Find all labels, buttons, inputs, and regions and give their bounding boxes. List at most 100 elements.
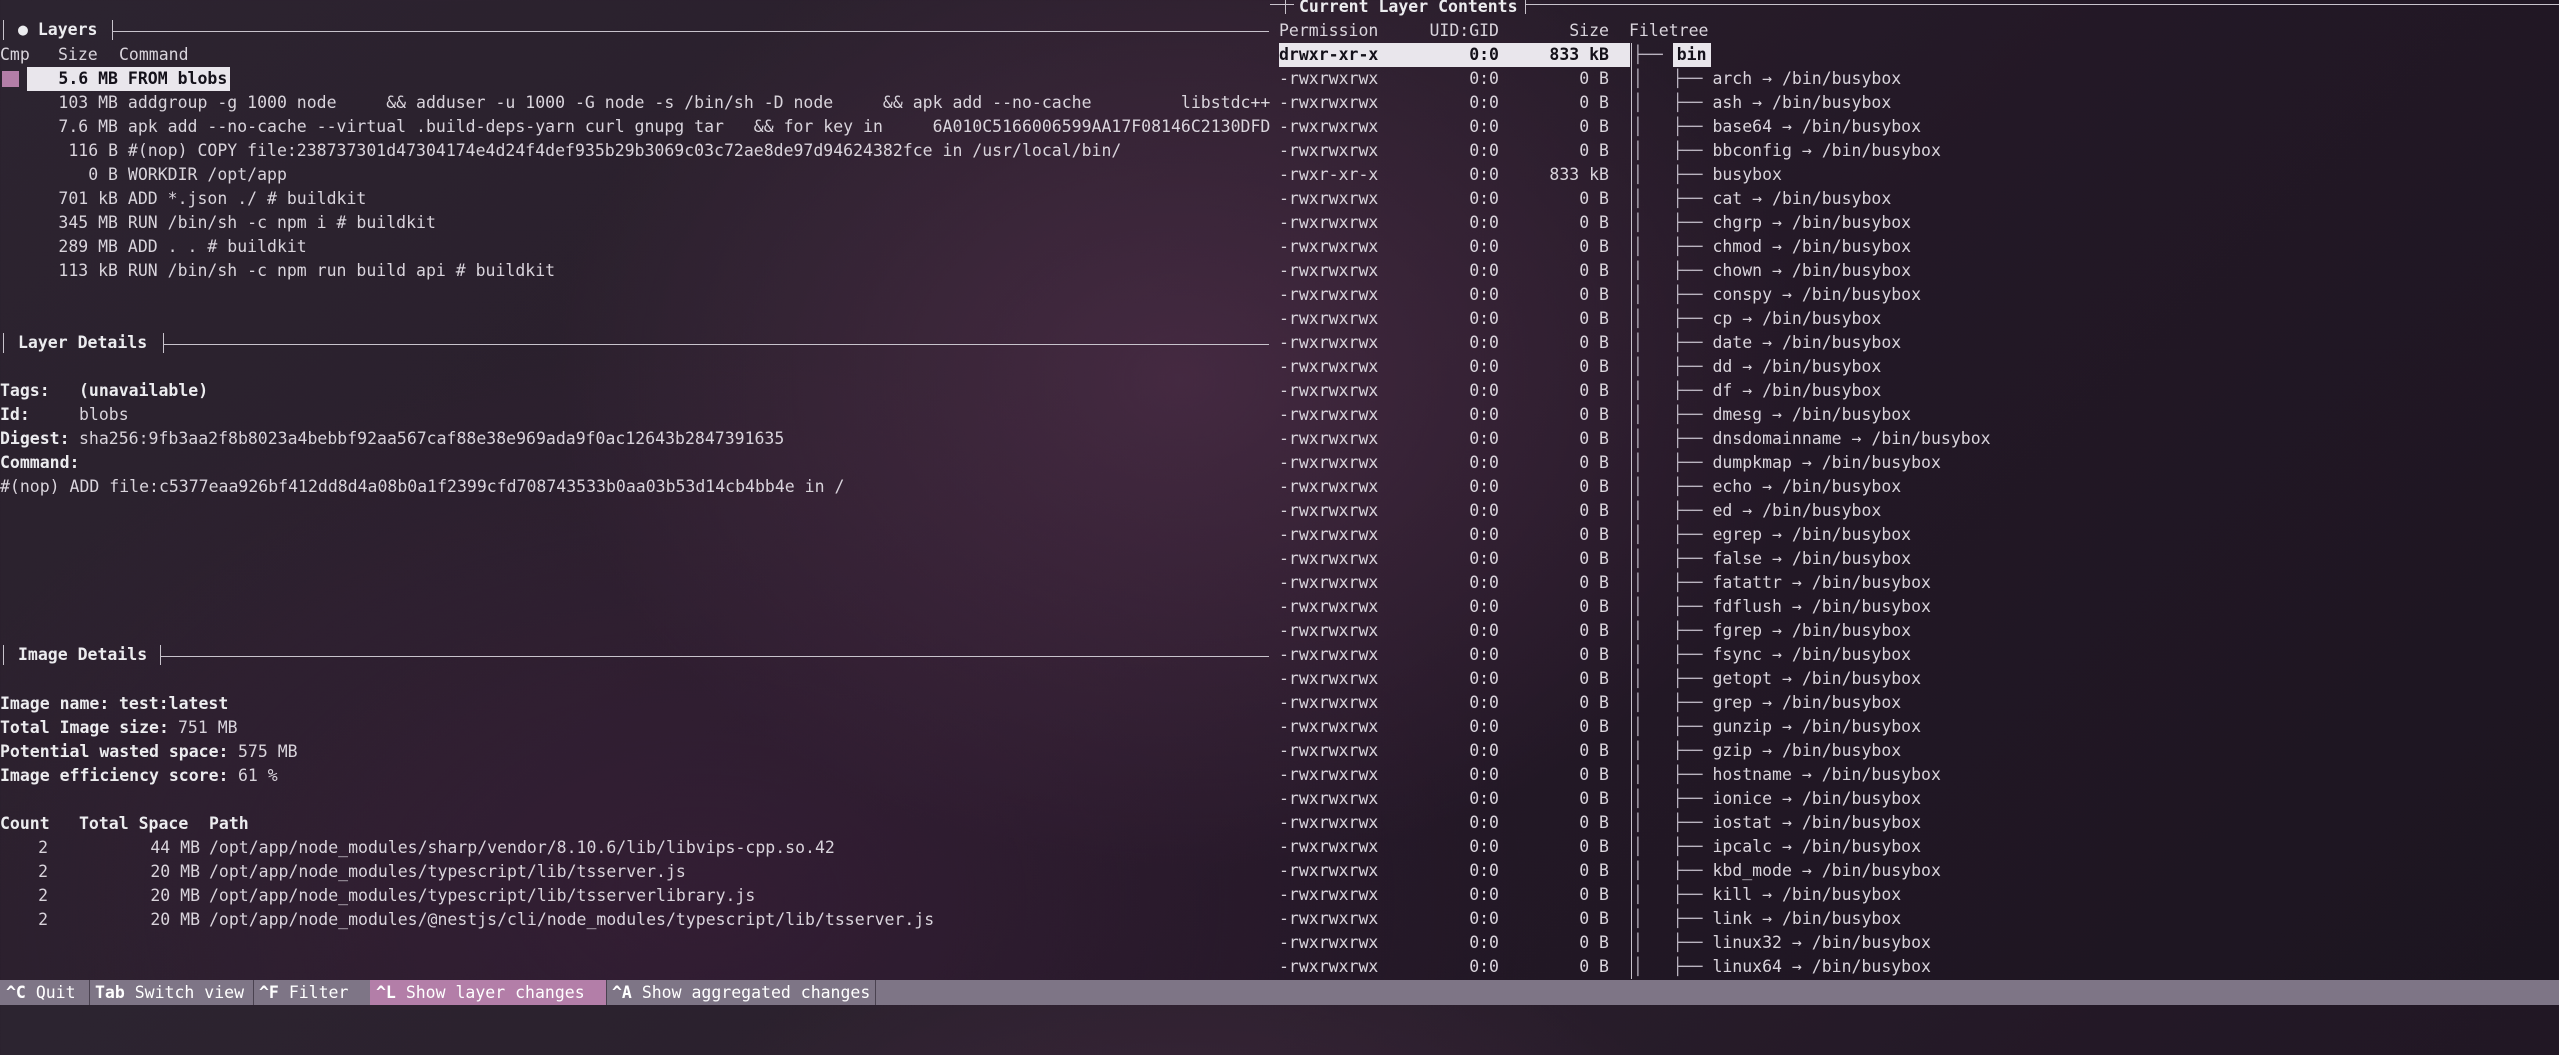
file-tree-row[interactable]: -rwxrwxrwx 0:0 0 B │ ├── iostat → /bin/busy… [1279,811,2559,835]
layer-row[interactable]: 0 B WORKDIR /opt/app [0,163,1270,187]
file-uid-gid: 0:0 [1469,237,1499,256]
file-tree-row[interactable]: -rwxrwxrwx 0:0 0 B │ ├── linux64 → /bin/bus… [1279,955,2559,979]
layer-row[interactable]: 701 kB ADD *.json ./ # buildkit [0,187,1270,211]
file-tree-row[interactable]: -rwxrwxrwx 0:0 0 B │ ├── date → /bin/busybo… [1279,331,2559,355]
digest-label: Digest: [0,429,70,448]
file-tree-row[interactable]: -rwxrwxrwx 0:0 0 B │ ├── ed → /bin/busybox [1279,499,2559,523]
key-label: ^A [612,983,642,1002]
file-tree-row[interactable]: -rwxrwxrwx 0:0 0 B │ ├── false → /bin/busyb… [1279,547,2559,571]
layer-row[interactable]: 5.6 MB FROM blobs [0,67,1270,91]
contents-title-rule-left [1270,4,1294,5]
file-size: 0 B [1579,189,1609,208]
keybinding-tab[interactable]: Tab Switch view [89,980,253,1005]
file-tree-row[interactable]: -rwxrwxrwx 0:0 0 B │ ├── echo → /bin/busybo… [1279,475,2559,499]
file-name: kbd_mode → /bin/busybox [1712,861,1941,880]
file-uid-gid: 0:0 [1469,213,1499,232]
file-tree-row[interactable]: -rwxrwxrwx 0:0 0 B │ ├── dmesg → /bin/busyb… [1279,403,2559,427]
file-size: 0 B [1579,837,1609,856]
layer-command: apk add --no-cache --virtual .build-deps… [118,117,1271,136]
image-size-label: Total Image size: [0,718,169,737]
file-tree-row[interactable]: -rwxrwxrwx 0:0 0 B │ ├── bbconfig → /bin/bu… [1279,139,2559,163]
file-tree-row[interactable]: -rwxrwxrwx 0:0 0 B │ ├── dumpkmap → /bin/bu… [1279,451,2559,475]
file-size: 0 B [1579,789,1609,808]
file-tree-row[interactable]: -rwxrwxrwx 0:0 0 B │ ├── link → /bin/busybo… [1279,907,2559,931]
keybinding-ctrl-a[interactable]: ^A Show aggregated changes [606,980,875,1005]
key-action: Show aggregated changes [641,983,871,1002]
panel-border [112,20,113,40]
layer-row[interactable]: 103 MB addgroup -g 1000 node && adduser … [0,91,1270,115]
wasted-path: /opt/app/node_modules/typescript/lib/tss… [209,862,686,881]
file-size: 0 B [1579,357,1609,376]
file-tree-row[interactable]: -rwxrwxrwx 0:0 0 B │ ├── gunzip → /bin/busy… [1279,715,2559,739]
file-tree-row[interactable]: -rwxrwxrwx 0:0 0 B │ ├── linux32 → /bin/bus… [1279,931,2559,955]
file-uid-gid: 0:0 [1469,813,1499,832]
file-tree-row[interactable]: -rwxrwxrwx 0:0 0 B │ ├── fatattr → /bin/bus… [1279,571,2559,595]
wasted-space: 20 MB [150,886,200,905]
file-uid-gid: 0:0 [1469,333,1499,352]
file-tree-row[interactable]: -rwxrwxrwx 0:0 0 B │ ├── arch → /bin/busybo… [1279,67,2559,91]
wasted-count: 2 [38,886,48,905]
keybinding-ctrl-c[interactable]: ^C Quit [0,980,89,1005]
tree-connector: │ ├── [1633,333,1713,352]
file-tree-row[interactable]: -rwxrwxrwx 0:0 0 B │ ├── ash → /bin/busybox [1279,91,2559,115]
file-tree-row[interactable]: -rwxrwxrwx 0:0 0 B │ ├── fgrep → /bin/busyb… [1279,619,2559,643]
keybinding-ctrl-f[interactable]: ^F Filter [253,980,370,1005]
file-tree-row[interactable]: -rwxrwxrwx 0:0 0 B │ ├── hostname → /bin/bu… [1279,763,2559,787]
file-tree-row[interactable]: -rwxrwxrwx 0:0 0 B │ ├── cp → /bin/busybox [1279,307,2559,331]
uid-gid-header: UID:GID [1429,21,1499,40]
layer-row[interactable]: 7.6 MB apk add --no-cache --virtual .bui… [0,115,1270,139]
keybinding-ctrl-l[interactable]: ^L Show layer changes [370,980,606,1005]
file-tree-row[interactable]: -rwxr-xr-x 0:0 833 kB │ ├── busybox [1279,163,2559,187]
file-uid-gid: 0:0 [1469,117,1499,136]
file-tree-row[interactable]: -rwxrwxrwx 0:0 0 B │ ├── chown → /bin/busyb… [1279,259,2559,283]
file-tree-row[interactable]: -rwxrwxrwx 0:0 0 B │ ├── base64 → /bin/busy… [1279,115,2559,139]
file-tree-row[interactable]: -rwxrwxrwx 0:0 0 B │ ├── dnsdomainname → /b… [1279,427,2559,451]
wasted-count: 2 [38,838,48,857]
layer-size: 289 MB [58,237,118,256]
file-tree-row[interactable]: -rwxrwxrwx 0:0 0 B │ ├── chmod → /bin/busyb… [1279,235,2559,259]
file-tree-row[interactable]: -rwxrwxrwx 0:0 0 B │ ├── kbd_mode → /bin/bu… [1279,859,2559,883]
layer-row[interactable]: 113 kB RUN /bin/sh -c npm run build api … [0,259,1270,283]
file-tree-row[interactable]: -rwxrwxrwx 0:0 0 B │ ├── fsync → /bin/busyb… [1279,643,2559,667]
file-permission: -rwxr-xr-x [1279,165,1379,184]
file-tree-row[interactable]: -rwxrwxrwx 0:0 0 B │ ├── conspy → /bin/busy… [1279,283,2559,307]
file-uid-gid: 0:0 [1469,789,1499,808]
file-tree-row[interactable]: -rwxrwxrwx 0:0 0 B │ ├── grep → /bin/busybo… [1279,691,2559,715]
file-name: false → /bin/busybox [1712,549,1912,568]
wasted-file-row: 2 44 MB/opt/app/node_modules/sharp/vendor… [0,836,1200,860]
file-tree-row[interactable]: -rwxrwxrwx 0:0 0 B │ ├── gzip → /bin/busybo… [1279,739,2559,763]
file-tree-row[interactable]: -rwxrwxrwx 0:0 0 B │ ├── ipcalc → /bin/busy… [1279,835,2559,859]
file-tree-row[interactable]: -rwxrwxrwx 0:0 0 B │ ├── df → /bin/busybox [1279,379,2559,403]
file-size: 0 B [1579,381,1609,400]
file-tree-row[interactable]: -rwxrwxrwx 0:0 0 B │ ├── fdflush → /bin/bus… [1279,595,2559,619]
size-header: Size [1569,21,1609,40]
file-name: echo → /bin/busybox [1712,477,1902,496]
file-size: 0 B [1579,741,1609,760]
key-action: Quit [35,983,76,1002]
file-tree-row[interactable]: drwxr-xr-x 0:0 833 kB ├── bin [1279,43,2559,67]
file-tree-row[interactable]: -rwxrwxrwx 0:0 0 B │ ├── getopt → /bin/busy… [1279,667,2559,691]
wasted-space: 20 MB [150,910,200,929]
file-tree-row[interactable]: -rwxrwxrwx 0:0 0 B │ ├── chgrp → /bin/busyb… [1279,211,2559,235]
file-tree-row[interactable]: -rwxrwxrwx 0:0 0 B │ ├── cat → /bin/busybox [1279,187,2559,211]
tree-connector: │ ├── [1633,69,1713,88]
file-permission: -rwxrwxrwx [1279,621,1379,640]
layer-size: 345 MB [58,213,118,232]
layer-row[interactable]: 289 MB ADD . . # buildkit [0,235,1270,259]
layer-row[interactable]: 116 B #(nop) COPY file:238737301d4730417… [0,139,1270,163]
file-uid-gid: 0:0 [1469,933,1499,952]
tree-connector: │ ├── [1633,741,1713,760]
panel-border [160,645,161,665]
file-size: 0 B [1579,525,1609,544]
cmp-header: Cmp [0,45,30,64]
file-tree-row[interactable]: -rwxrwxrwx 0:0 0 B │ ├── dd → /bin/busybox [1279,355,2559,379]
file-tree-row[interactable]: -rwxrwxrwx 0:0 0 B │ ├── egrep → /bin/busyb… [1279,523,2559,547]
file-permission: -rwxrwxrwx [1279,141,1379,160]
file-size: 0 B [1579,597,1609,616]
file-tree-row[interactable]: -rwxrwxrwx 0:0 0 B │ ├── ionice → /bin/busy… [1279,787,2559,811]
file-tree-row[interactable]: -rwxrwxrwx 0:0 0 B │ ├── kill → /bin/busybo… [1279,883,2559,907]
layers-header: Cmp Size Command [0,43,1270,67]
tree-connector: │ ├── [1633,525,1713,544]
layer-row[interactable]: 345 MB RUN /bin/sh -c npm i # buildkit [0,211,1270,235]
command-label: Command: [0,453,80,472]
